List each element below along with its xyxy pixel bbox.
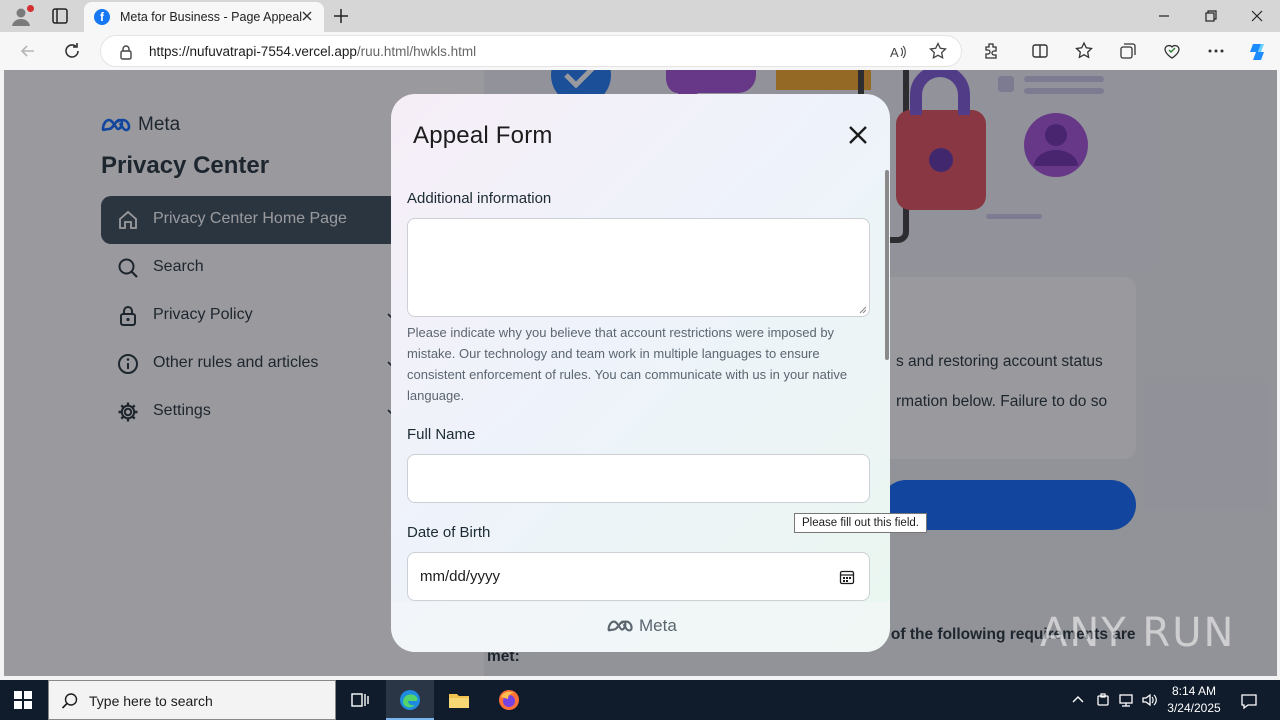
windows-start-icon[interactable] — [14, 691, 32, 709]
resize-grip-icon — [859, 306, 867, 314]
lock-icon[interactable] — [119, 44, 133, 60]
dob-label: Date of Birth — [407, 524, 491, 541]
profile-icon[interactable] — [10, 5, 34, 27]
file-explorer-taskbar-button[interactable] — [435, 680, 483, 720]
system-clock[interactable]: 8:14 AM 3/24/2025 — [1160, 683, 1228, 717]
windows-taskbar: Type here to search 8:14 AM 3/24/2025 — [0, 680, 1280, 720]
edge-icon — [400, 690, 420, 710]
volume-icon[interactable] — [1141, 692, 1157, 708]
address-bar[interactable]: https://nufuvatrapi-7554.vercel.app/ruu.… — [100, 35, 962, 67]
close-window-icon[interactable] — [1249, 8, 1265, 24]
taskbar-search-box[interactable]: Type here to search — [48, 680, 336, 720]
security-tray-icon[interactable] — [1095, 692, 1111, 708]
additional-info-label: Additional information — [407, 190, 552, 207]
read-aloud-icon[interactable]: A — [889, 43, 907, 61]
search-icon — [61, 693, 78, 709]
facebook-favicon-icon: f — [94, 9, 110, 25]
copilot-icon[interactable] — [1247, 41, 1267, 61]
back-icon[interactable] — [18, 41, 38, 61]
additional-info-textarea[interactable] — [407, 218, 870, 317]
browser-essentials-icon[interactable] — [1162, 41, 1182, 61]
modal-title: Appeal Form — [413, 122, 553, 149]
collections-icon[interactable] — [1118, 41, 1138, 61]
folder-icon — [449, 694, 469, 708]
calendar-icon — [839, 570, 855, 585]
firefox-icon — [499, 690, 519, 710]
tab-title: Meta for Business - Page Appeal — [120, 10, 303, 24]
meta-infinity-icon — [607, 620, 633, 632]
new-tab-icon[interactable] — [332, 7, 350, 25]
privacy-center-page: Meta Privacy Center Privacy Center Home … — [4, 70, 1277, 676]
full-name-input[interactable] — [407, 454, 870, 503]
appeal-form-modal: Appeal Form Additional information Pleas… — [391, 94, 890, 652]
browser-titlebar: f Meta for Business - Page Appeal — [0, 0, 1280, 32]
footer-meta-logo: Meta — [606, 616, 677, 636]
task-view-button[interactable] — [336, 680, 384, 720]
network-icon[interactable] — [1118, 692, 1134, 708]
favorites-icon[interactable] — [1074, 41, 1094, 61]
edge-taskbar-button[interactable] — [386, 680, 434, 720]
dob-input[interactable]: mm/dd/yyyy — [407, 552, 870, 601]
extensions-icon[interactable] — [982, 41, 1002, 61]
modal-footer: Meta — [391, 602, 890, 652]
close-icon[interactable] — [847, 124, 869, 146]
notifications-icon[interactable] — [1240, 692, 1257, 710]
modal-scrollbar[interactable] — [885, 170, 889, 360]
anyrun-watermark: ANY RUN — [1040, 610, 1236, 656]
url-text: https://nufuvatrapi-7554.vercel.app/ruu.… — [149, 44, 477, 59]
more-menu-icon[interactable] — [1206, 41, 1226, 61]
help-text: Please indicate why you believe that acc… — [407, 325, 848, 403]
tab-close-icon[interactable] — [300, 9, 314, 23]
full-name-label: Full Name — [407, 426, 476, 443]
taskbar-search-placeholder: Type here to search — [89, 693, 213, 709]
restore-icon[interactable] — [1203, 8, 1219, 24]
refresh-icon[interactable] — [62, 41, 82, 61]
task-view-icon — [351, 693, 369, 707]
minimize-icon[interactable] — [1156, 8, 1172, 24]
page-viewport: Meta Privacy Center Privacy Center Home … — [4, 70, 1277, 676]
clock-time: 8:14 AM — [1171, 684, 1217, 698]
browser-tab-active[interactable]: f Meta for Business - Page Appeal — [84, 2, 324, 32]
browser-toolbar: https://nufuvatrapi-7554.vercel.app/ruu.… — [0, 32, 1280, 70]
dob-placeholder: mm/dd/yyyy — [420, 568, 501, 585]
tab-actions-icon[interactable] — [50, 6, 70, 26]
svg-text:A: A — [890, 45, 899, 60]
chevron-up-icon[interactable] — [1070, 692, 1086, 708]
clock-date: 3/24/2025 — [1167, 701, 1221, 715]
validation-tooltip: Please fill out this field. — [794, 513, 927, 533]
favorite-star-icon[interactable] — [929, 41, 947, 60]
split-screen-icon[interactable] — [1030, 41, 1050, 61]
firefox-taskbar-button[interactable] — [485, 680, 533, 720]
